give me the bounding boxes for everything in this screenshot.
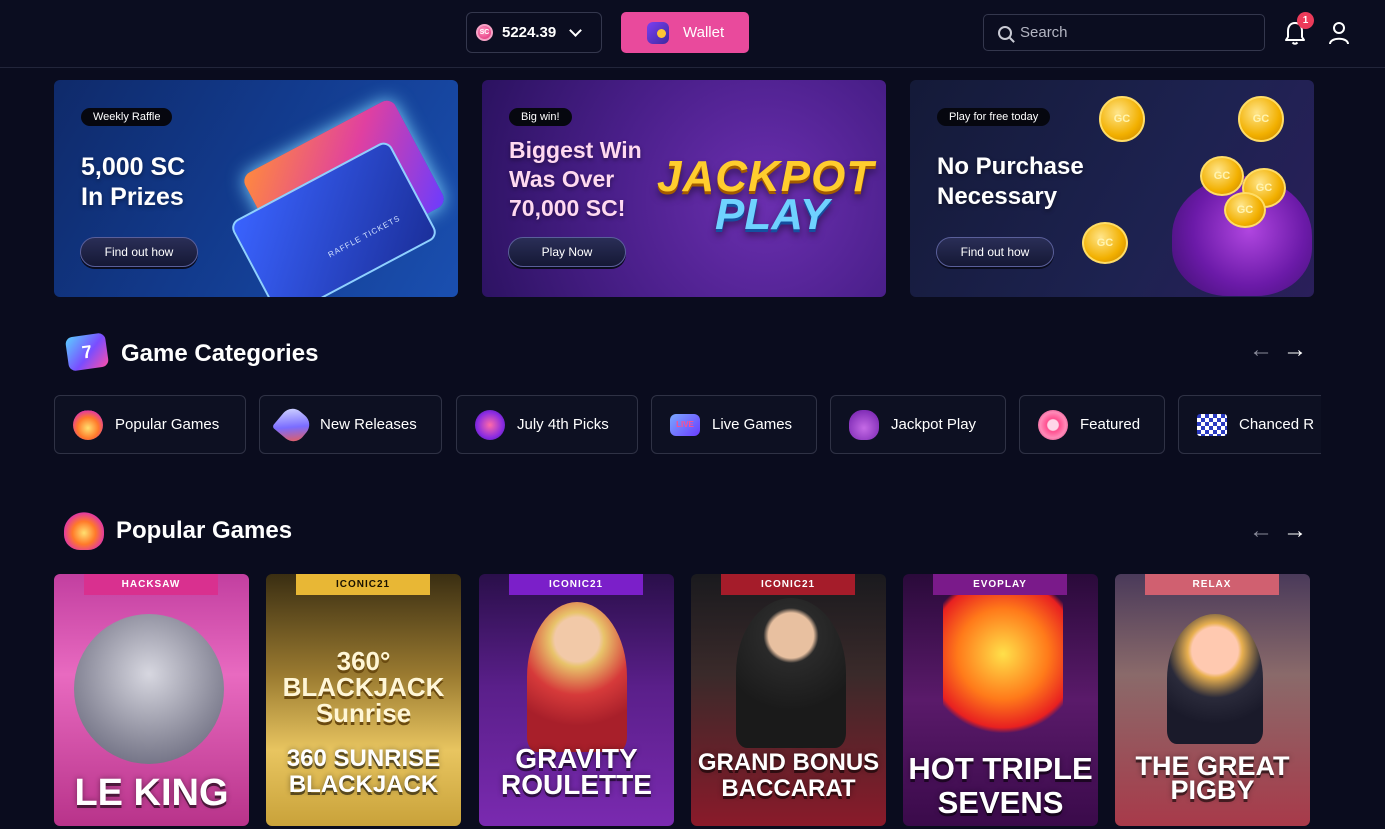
race-flag-icon xyxy=(1197,413,1227,436)
top-bar: SC 5224.39 Wallet Search 1 xyxy=(0,0,1385,68)
game-title: HOT TRIPLE SEVENS xyxy=(908,751,1093,820)
wallet-button[interactable]: Wallet xyxy=(621,12,749,53)
provider-badge: ICONIC21 xyxy=(721,574,855,595)
game-title: LE KING xyxy=(74,772,229,814)
category-chip-july-4th-picks[interactable]: July 4th Picks xyxy=(456,395,638,454)
banner-pill: Play for free today xyxy=(937,108,1051,126)
play-now-button[interactable]: Play Now xyxy=(508,237,626,267)
category-chip-new-releases[interactable]: New Releases xyxy=(259,395,442,454)
game-title: THE GREAT PIGBY xyxy=(1135,751,1290,805)
balance-selector[interactable]: SC 5224.39 xyxy=(466,12,602,53)
category-label: Featured xyxy=(1080,416,1141,433)
find-out-how-button[interactable]: Find out how xyxy=(80,237,198,267)
game-art-dealer xyxy=(736,598,846,748)
categories-prev-arrow[interactable]: ← xyxy=(1249,336,1273,364)
gc-coin-icon: GC xyxy=(1238,96,1284,142)
wallet-label: Wallet xyxy=(683,24,725,41)
firework-icon xyxy=(475,409,505,440)
slot-seven-icon: 7 xyxy=(64,332,110,372)
category-label: Jackpot Play xyxy=(891,416,977,433)
game-art-title: 360° BLACKJACK Sunrise xyxy=(282,646,445,728)
popular-prev-arrow[interactable]: ← xyxy=(1249,517,1273,545)
game-art-seven xyxy=(943,590,1063,750)
banner-weekly-raffle[interactable]: RAFFLE TICKETS Weekly Raffle 5,000 SC In… xyxy=(54,80,458,297)
banner-title: No Purchase Necessary xyxy=(937,153,1084,210)
game-title: 360 SUNRISE BLACKJACK xyxy=(286,745,441,798)
category-chip-chanced[interactable]: Chanced R xyxy=(1178,395,1321,454)
user-icon[interactable] xyxy=(1327,20,1351,46)
banner-title: 5,000 SC In Prizes xyxy=(81,153,186,211)
banner-biggest-win[interactable]: JACKPOT PLAY Big win! Biggest Win Was Ov… xyxy=(482,80,886,297)
find-out-how-button[interactable]: Find out how xyxy=(936,237,1054,267)
jackpot-bag-icon xyxy=(849,409,879,440)
search-input[interactable]: Search xyxy=(983,14,1265,51)
game-card-grand-bonus-baccarat[interactable]: ICONIC21 GRAND BONUS BACCARAT xyxy=(691,574,886,826)
gc-coin-icon: GC xyxy=(1224,192,1266,228)
category-label: Popular Games xyxy=(115,416,220,433)
game-title: GRAND BONUS BACCARAT xyxy=(697,749,880,802)
provider-badge: RELAX xyxy=(1145,574,1279,595)
categories-next-arrow[interactable]: → xyxy=(1283,336,1307,364)
provider-badge: HACKSAW xyxy=(84,574,218,595)
category-chip-popular-games[interactable]: Popular Games xyxy=(54,395,246,454)
category-chip-live-games[interactable]: LIVE Live Games xyxy=(651,395,817,454)
game-art-dealer xyxy=(527,602,627,752)
chevron-down-icon xyxy=(569,23,583,37)
search-placeholder: Search xyxy=(1020,24,1068,41)
category-chips-row: Popular Games New Releases July 4th Pick… xyxy=(54,395,1321,455)
provider-badge: EVOPLAY xyxy=(933,574,1067,595)
banner-pill: Big win! xyxy=(509,108,572,126)
gc-coin-icon: GC xyxy=(1082,222,1128,264)
gc-coin-icon: GC xyxy=(1200,156,1244,196)
game-card-360-sunrise-blackjack[interactable]: ICONIC21 360° BLACKJACK Sunrise 360 SUNR… xyxy=(266,574,461,826)
game-card-hot-triple-sevens[interactable]: EVOPLAY HOT TRIPLE SEVENS xyxy=(903,574,1098,826)
jackpot-logo-line2: PLAY xyxy=(715,190,830,239)
popular-next-arrow[interactable]: → xyxy=(1283,517,1307,545)
category-label: New Releases xyxy=(320,416,417,433)
category-label: July 4th Picks xyxy=(517,416,609,433)
gc-coin-icon: GC xyxy=(1099,96,1145,142)
sc-coin-icon: SC xyxy=(476,24,493,41)
flame-icon xyxy=(73,409,103,440)
game-card-gravity-roulette[interactable]: ICONIC21 GRAVITY ROULETTE xyxy=(479,574,674,826)
category-chip-jackpot-play[interactable]: Jackpot Play xyxy=(830,395,1006,454)
category-label: Chanced R xyxy=(1239,416,1315,433)
rocket-icon xyxy=(271,403,315,446)
banner-title: Biggest Win Was Over 70,000 SC! xyxy=(509,137,642,221)
category-chip-featured[interactable]: Featured xyxy=(1019,395,1165,454)
game-title: GRAVITY ROULETTE xyxy=(501,743,652,800)
flame-icon xyxy=(64,512,104,550)
section-title-popular-games: Popular Games xyxy=(116,517,293,544)
game-art-pig xyxy=(1167,614,1263,744)
provider-badge: ICONIC21 xyxy=(509,574,643,595)
category-label: Live Games xyxy=(712,416,793,433)
search-icon xyxy=(998,25,1012,40)
balance-amount: 5224.39 xyxy=(502,24,557,41)
notification-badge: 1 xyxy=(1297,12,1314,29)
game-art-raccoon xyxy=(74,614,224,764)
medal-icon xyxy=(1038,409,1068,440)
live-icon: LIVE xyxy=(670,413,700,436)
wallet-icon xyxy=(647,21,669,44)
provider-badge: ICONIC21 xyxy=(296,574,430,595)
game-card-le-king[interactable]: HACKSAW LE KING xyxy=(54,574,249,826)
section-title-game-categories: Game Categories xyxy=(121,340,319,367)
game-card-the-great-pigby[interactable]: RELAX THE GREAT PIGBY xyxy=(1115,574,1310,826)
banner-pill: Weekly Raffle xyxy=(81,108,173,126)
